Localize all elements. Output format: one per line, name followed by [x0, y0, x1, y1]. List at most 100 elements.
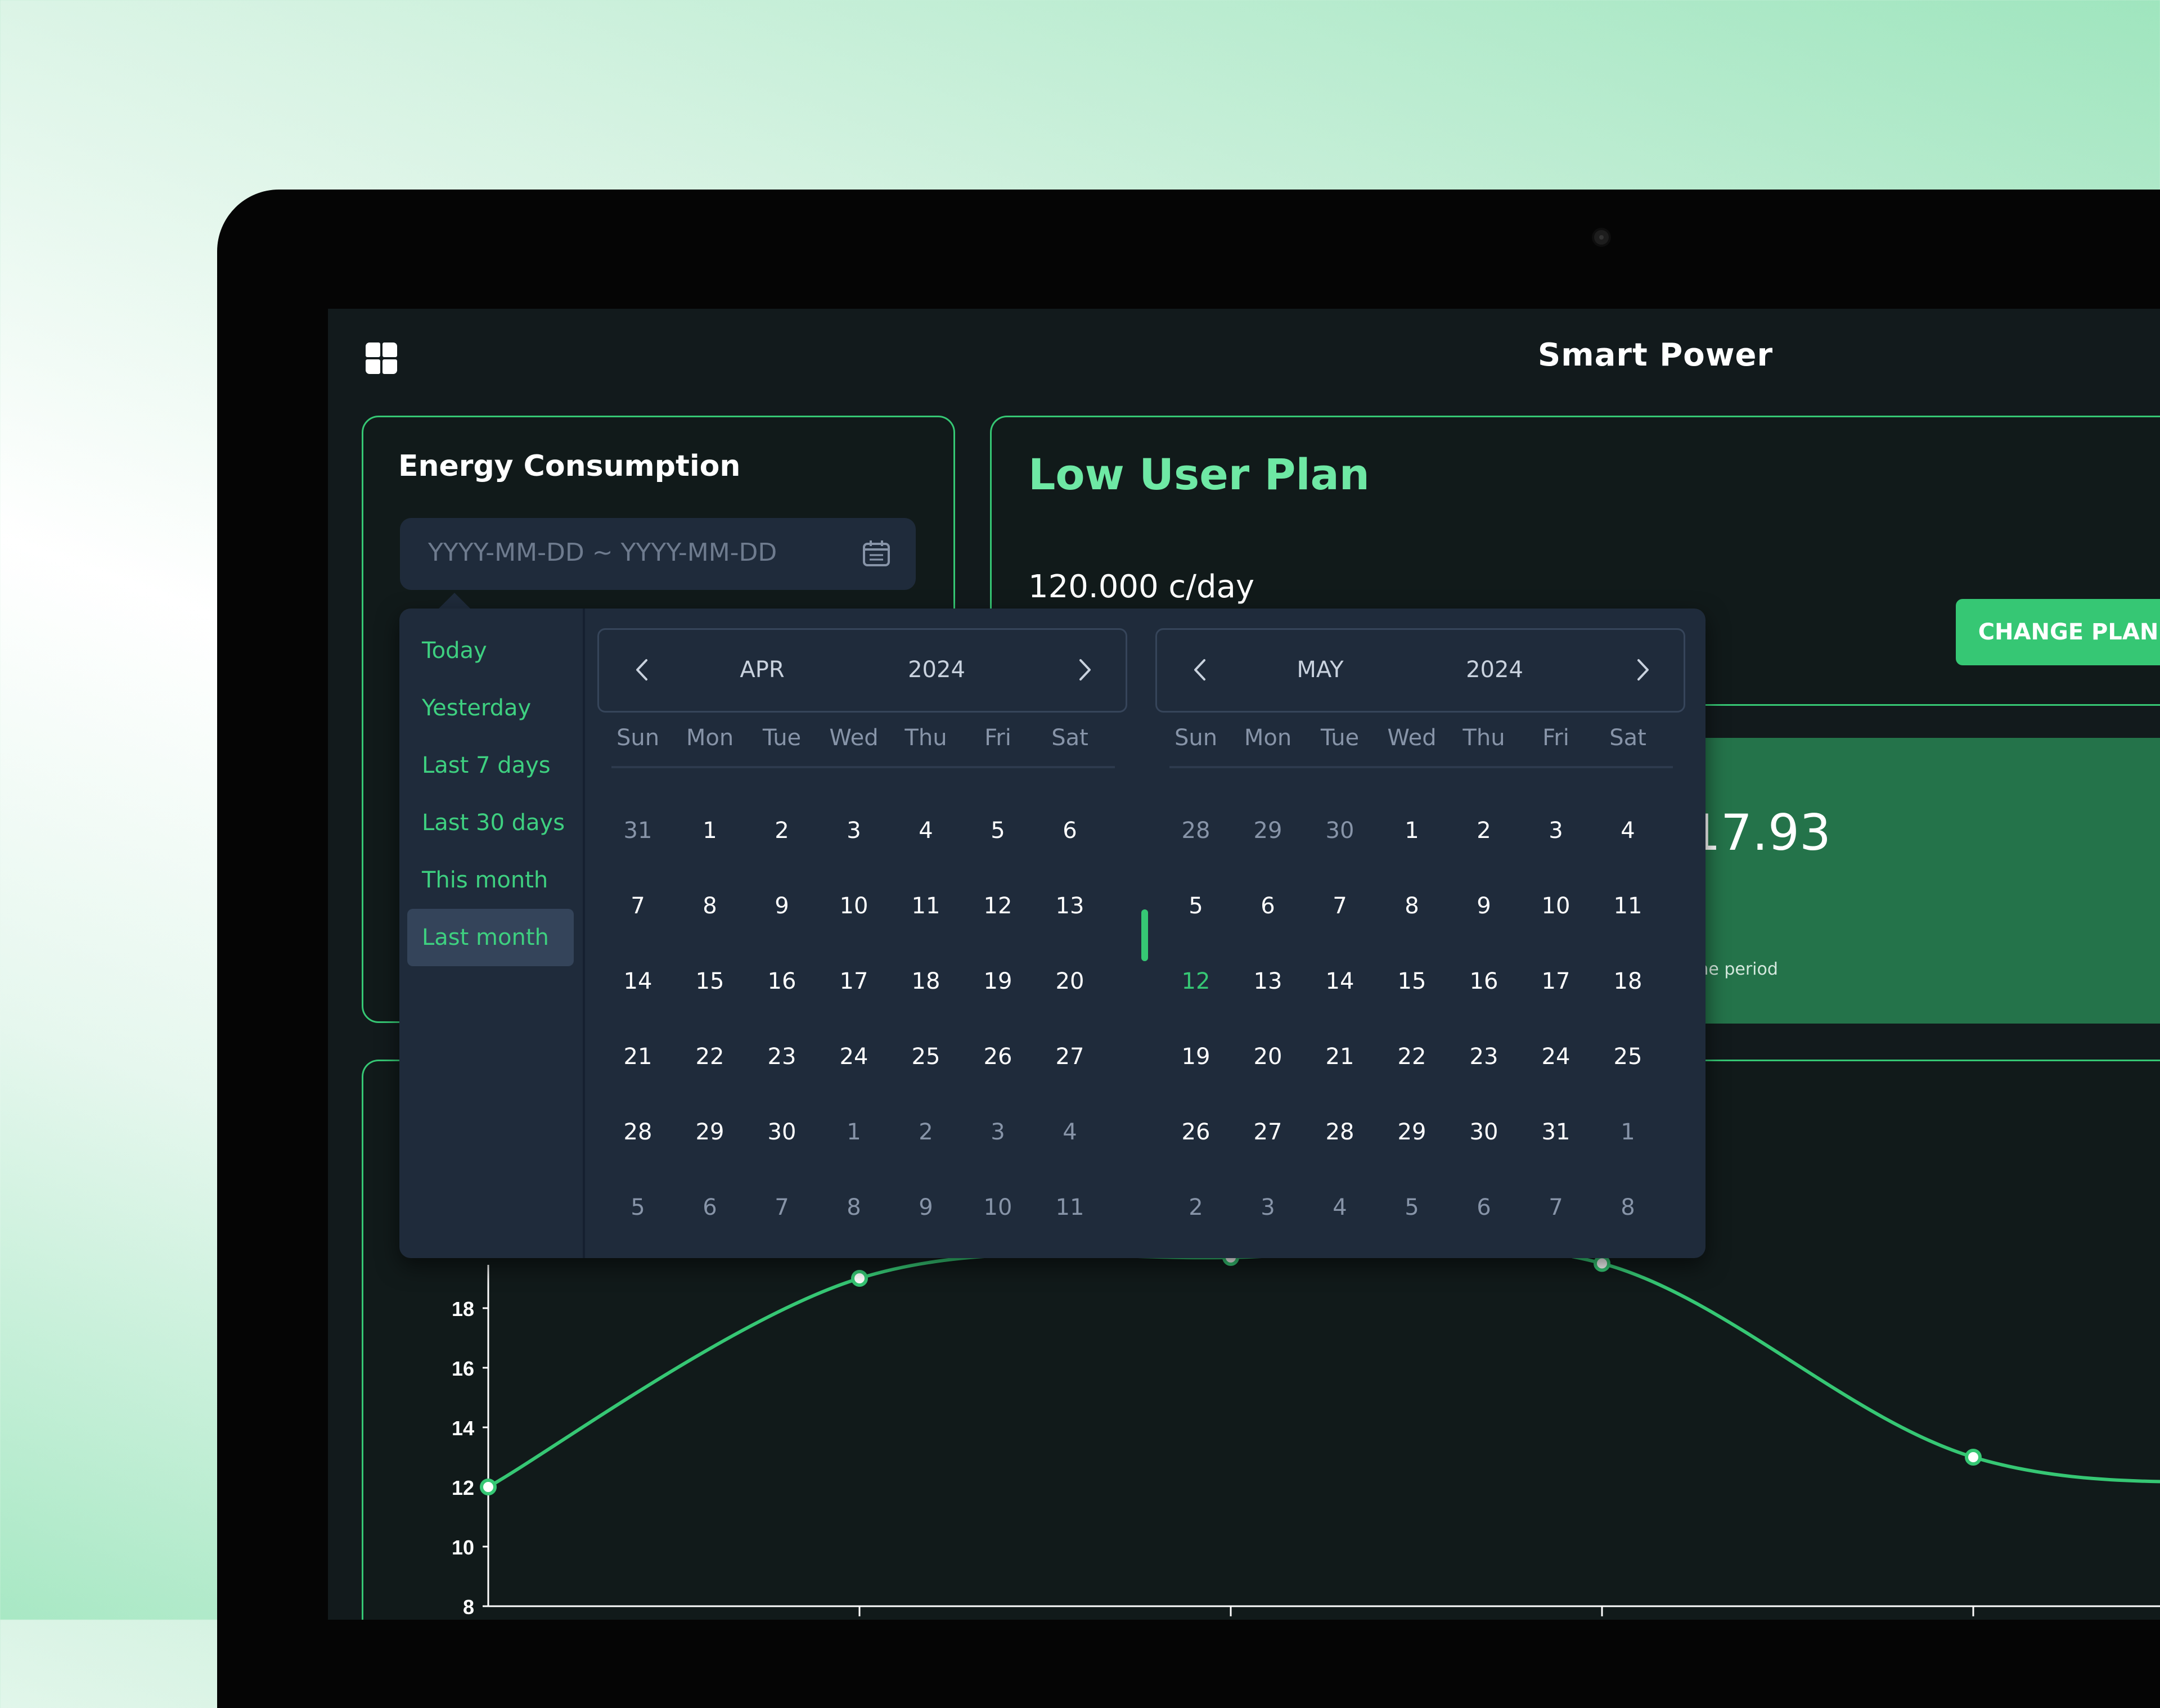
calendar-day[interactable]: 3	[1520, 793, 1592, 868]
calendar-day[interactable]: 6	[1448, 1170, 1520, 1245]
calendar-day[interactable]: 21	[1304, 1019, 1376, 1094]
year-label[interactable]: 2024	[892, 657, 982, 683]
calendar-day[interactable]: 24	[1520, 1019, 1592, 1094]
calendar-day[interactable]: 27	[1034, 1019, 1106, 1094]
calendar-day[interactable]: 26	[962, 1019, 1034, 1094]
calendar-day[interactable]: 1	[674, 793, 746, 868]
calendar-day[interactable]: 27	[1232, 1094, 1304, 1170]
data-point[interactable]	[480, 1479, 497, 1495]
calendar-day[interactable]: 11	[890, 868, 962, 944]
calendar-day[interactable]: 17	[1520, 944, 1592, 1019]
calendar-day[interactable]: 15	[1376, 944, 1448, 1019]
calendar-day[interactable]: 8	[674, 868, 746, 944]
calendar-day[interactable]: 10	[818, 868, 890, 944]
calendar-day[interactable]: 3	[962, 1094, 1034, 1170]
calendar-day[interactable]: 21	[602, 1019, 674, 1094]
calendar-day[interactable]: 25	[890, 1019, 962, 1094]
calendar-day[interactable]: 19	[1160, 1019, 1232, 1094]
calendar-day[interactable]: 11	[1592, 868, 1664, 944]
calendar-day[interactable]: 10	[1520, 868, 1592, 944]
calendar-day[interactable]: 13	[1232, 944, 1304, 1019]
shortcut-last-month[interactable]: Last month	[407, 909, 574, 966]
shortcut-yesterday[interactable]: Yesterday	[407, 679, 574, 737]
calendar-day[interactable]: 5	[962, 793, 1034, 868]
next-month-icon[interactable]	[1628, 656, 1657, 684]
calendar-day[interactable]: 3	[1232, 1170, 1304, 1245]
calendar-day[interactable]: 31	[1520, 1094, 1592, 1170]
calendar-day[interactable]: 20	[1232, 1019, 1304, 1094]
calendar-day[interactable]: 8	[1376, 868, 1448, 944]
shortcut-last-7-days[interactable]: Last 7 days	[407, 737, 574, 794]
calendar-day[interactable]: 4	[1034, 1094, 1106, 1170]
calendar-day[interactable]: 11	[1034, 1170, 1106, 1245]
month-label[interactable]: MAY	[1270, 657, 1371, 683]
calendar-day[interactable]: 9	[890, 1170, 962, 1245]
calendar-day[interactable]: 8	[1592, 1170, 1664, 1245]
year-label[interactable]: 2024	[1450, 657, 1540, 683]
calendar-day[interactable]: 20	[1034, 944, 1106, 1019]
calendar-day[interactable]: 6	[1232, 868, 1304, 944]
calendar-day[interactable]: 24	[818, 1019, 890, 1094]
calendar-day[interactable]: 2	[1448, 793, 1520, 868]
calendar-day[interactable]: 2	[1160, 1170, 1232, 1245]
calendar-day[interactable]: 25	[1592, 1019, 1664, 1094]
calendar-day[interactable]: 15	[674, 944, 746, 1019]
calendar-day[interactable]: 30	[1304, 793, 1376, 868]
calendar-day[interactable]: 8	[818, 1170, 890, 1245]
calendar-day[interactable]: 6	[674, 1170, 746, 1245]
calendar-day[interactable]: 28	[1160, 793, 1232, 868]
shortcut-today[interactable]: Today	[407, 622, 574, 679]
calendar-day[interactable]: 2	[746, 793, 818, 868]
calendar-day[interactable]: 1	[818, 1094, 890, 1170]
calendar-day[interactable]: 22	[1376, 1019, 1448, 1094]
calendar-day[interactable]: 12	[962, 868, 1034, 944]
calendar-day[interactable]: 6	[1034, 793, 1106, 868]
calendar-day[interactable]: 3	[818, 793, 890, 868]
calendar-day[interactable]: 7	[1304, 868, 1376, 944]
calendar-day[interactable]: 18	[890, 944, 962, 1019]
prev-month-icon[interactable]	[628, 656, 656, 684]
calendar-day[interactable]: 1	[1592, 1094, 1664, 1170]
calendar-day[interactable]: 29	[1232, 793, 1304, 868]
calendar-day[interactable]: 7	[746, 1170, 818, 1245]
calendar-day[interactable]: 19	[962, 944, 1034, 1019]
data-point[interactable]	[1594, 1255, 1610, 1272]
calendar-day[interactable]: 18	[1592, 944, 1664, 1019]
shortcut-last-30-days[interactable]: Last 30 days	[407, 794, 574, 851]
calendar-day[interactable]: 30	[746, 1094, 818, 1170]
calendar-day[interactable]: 28	[602, 1094, 674, 1170]
calendar-day[interactable]: 5	[1376, 1170, 1448, 1245]
panel-scroll-indicator[interactable]	[1141, 909, 1148, 961]
calendar-day[interactable]: 10	[962, 1170, 1034, 1245]
calendar-day[interactable]: 5	[602, 1170, 674, 1245]
calendar-day[interactable]: 4	[890, 793, 962, 868]
month-label[interactable]: APR	[712, 657, 813, 683]
data-point[interactable]	[851, 1270, 868, 1287]
calendar-day[interactable]: 22	[674, 1019, 746, 1094]
calendar-day[interactable]: 30	[1448, 1094, 1520, 1170]
calendar-day[interactable]: 13	[1034, 868, 1106, 944]
calendar-day[interactable]: 23	[1448, 1019, 1520, 1094]
calendar-day[interactable]: 2	[890, 1094, 962, 1170]
calendar-day[interactable]: 14	[602, 944, 674, 1019]
calendar-day[interactable]: 9	[1448, 868, 1520, 944]
shortcut-this-month[interactable]: This month	[407, 851, 574, 909]
calendar-day[interactable]: 23	[746, 1019, 818, 1094]
calendar-day[interactable]: 4	[1304, 1170, 1376, 1245]
calendar-day[interactable]: 16	[746, 944, 818, 1019]
calendar-day[interactable]: 9	[746, 868, 818, 944]
calendar-day[interactable]: 31	[602, 793, 674, 868]
data-point[interactable]	[1965, 1449, 1982, 1466]
calendar-day[interactable]: 12	[1160, 944, 1232, 1019]
calendar-day[interactable]: 29	[1376, 1094, 1448, 1170]
calendar-day[interactable]: 7	[602, 868, 674, 944]
calendar-day[interactable]: 29	[674, 1094, 746, 1170]
prev-month-icon[interactable]	[1186, 656, 1214, 684]
calendar-day[interactable]: 26	[1160, 1094, 1232, 1170]
calendar-day[interactable]: 4	[1592, 793, 1664, 868]
calendar-day[interactable]: 17	[818, 944, 890, 1019]
calendar-day[interactable]: 5	[1160, 868, 1232, 944]
calendar-day[interactable]: 16	[1448, 944, 1520, 1019]
next-month-icon[interactable]	[1070, 656, 1099, 684]
calendar-day[interactable]: 14	[1304, 944, 1376, 1019]
